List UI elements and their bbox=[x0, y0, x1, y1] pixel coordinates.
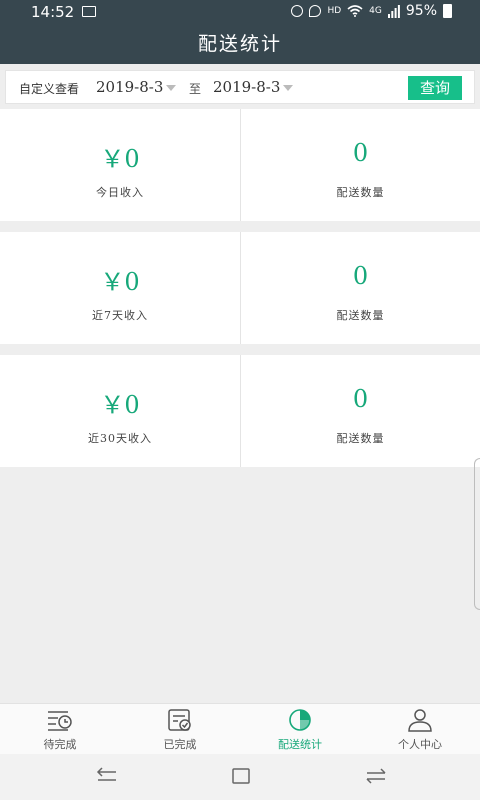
alarm-icon bbox=[291, 5, 304, 17]
chevron-down-icon[interactable] bbox=[166, 85, 176, 91]
stats-row-today: ￥0 今日收入 0 配送数量 bbox=[0, 109, 480, 221]
query-button[interactable]: 查询 bbox=[408, 76, 462, 100]
count-cell: 0 配送数量 bbox=[240, 232, 480, 344]
status-bar: 14:52 HD 4G 95% bbox=[0, 0, 480, 24]
income-label: 今日收入 bbox=[96, 186, 144, 199]
checked-doc-icon bbox=[168, 709, 191, 731]
income-label: 近7天收入 bbox=[92, 309, 148, 322]
person-icon bbox=[408, 709, 432, 732]
tab-completed[interactable]: 已完成 bbox=[120, 704, 240, 755]
signal-icon bbox=[387, 4, 400, 18]
count-label: 配送数量 bbox=[336, 309, 385, 322]
tab-label: 已完成 bbox=[163, 738, 197, 751]
income-value: ￥0 bbox=[100, 145, 140, 173]
recents-icon[interactable] bbox=[361, 764, 391, 788]
chevron-down-icon[interactable] bbox=[283, 85, 293, 91]
income-value: ￥0 bbox=[100, 391, 140, 419]
count-value: 0 bbox=[352, 262, 369, 290]
custom-view-label: 自定义查看 bbox=[19, 82, 80, 96]
stats-row-7days: ￥0 近7天收入 0 配送数量 bbox=[0, 232, 480, 344]
start-date-select[interactable]: 2019-8-3 bbox=[96, 78, 163, 96]
to-label: 至 bbox=[189, 82, 202, 96]
wifi-icon bbox=[347, 5, 363, 17]
home-icon[interactable] bbox=[226, 764, 256, 788]
edge-panel-handle[interactable] bbox=[474, 458, 480, 610]
signal-label: 4G bbox=[369, 6, 382, 16]
count-label: 配送数量 bbox=[336, 186, 385, 199]
income-value: ￥0 bbox=[100, 268, 140, 296]
stats-row-30days: ￥0 近30天收入 0 配送数量 bbox=[0, 355, 480, 467]
count-value: 0 bbox=[352, 139, 369, 167]
count-cell: 0 配送数量 bbox=[240, 355, 480, 467]
count-cell: 0 配送数量 bbox=[240, 109, 480, 221]
back-icon[interactable] bbox=[92, 764, 122, 788]
bottom-tab-bar: 待完成 已完成 配送统计 个人中心 bbox=[0, 703, 480, 754]
hd-label: HD bbox=[327, 6, 342, 16]
income-cell: ￥0 近30天收入 bbox=[0, 355, 240, 467]
end-date-select[interactable]: 2019-8-3 bbox=[213, 78, 280, 96]
status-time: 14:52 bbox=[31, 3, 75, 21]
pie-chart-icon bbox=[289, 709, 311, 731]
income-cell: ￥0 近7天收入 bbox=[0, 232, 240, 344]
date-filter-bar: 自定义查看 2019-8-3 至 2019-8-3 查询 bbox=[5, 70, 475, 104]
tab-pending[interactable]: 待完成 bbox=[0, 704, 120, 755]
count-value: 0 bbox=[352, 385, 369, 413]
tab-label: 个人中心 bbox=[398, 738, 442, 751]
clock-list-icon bbox=[48, 711, 72, 731]
tab-delivery-stats[interactable]: 配送统计 bbox=[240, 704, 360, 755]
tab-label: 配送统计 bbox=[278, 738, 322, 751]
tab-profile[interactable]: 个人中心 bbox=[360, 704, 480, 755]
battery-icon bbox=[443, 4, 452, 18]
income-cell: ￥0 今日收入 bbox=[0, 109, 240, 221]
status-indicators: HD 4G 95% bbox=[291, 3, 452, 19]
tab-label: 待完成 bbox=[43, 738, 77, 751]
system-nav-bar bbox=[0, 754, 480, 800]
gallery-icon bbox=[82, 6, 96, 17]
count-label: 配送数量 bbox=[336, 432, 385, 445]
income-label: 近30天收入 bbox=[88, 432, 152, 445]
battery-percent: 95% bbox=[405, 3, 437, 19]
location-icon bbox=[309, 5, 322, 17]
page-title: 配送统计 bbox=[0, 24, 480, 64]
